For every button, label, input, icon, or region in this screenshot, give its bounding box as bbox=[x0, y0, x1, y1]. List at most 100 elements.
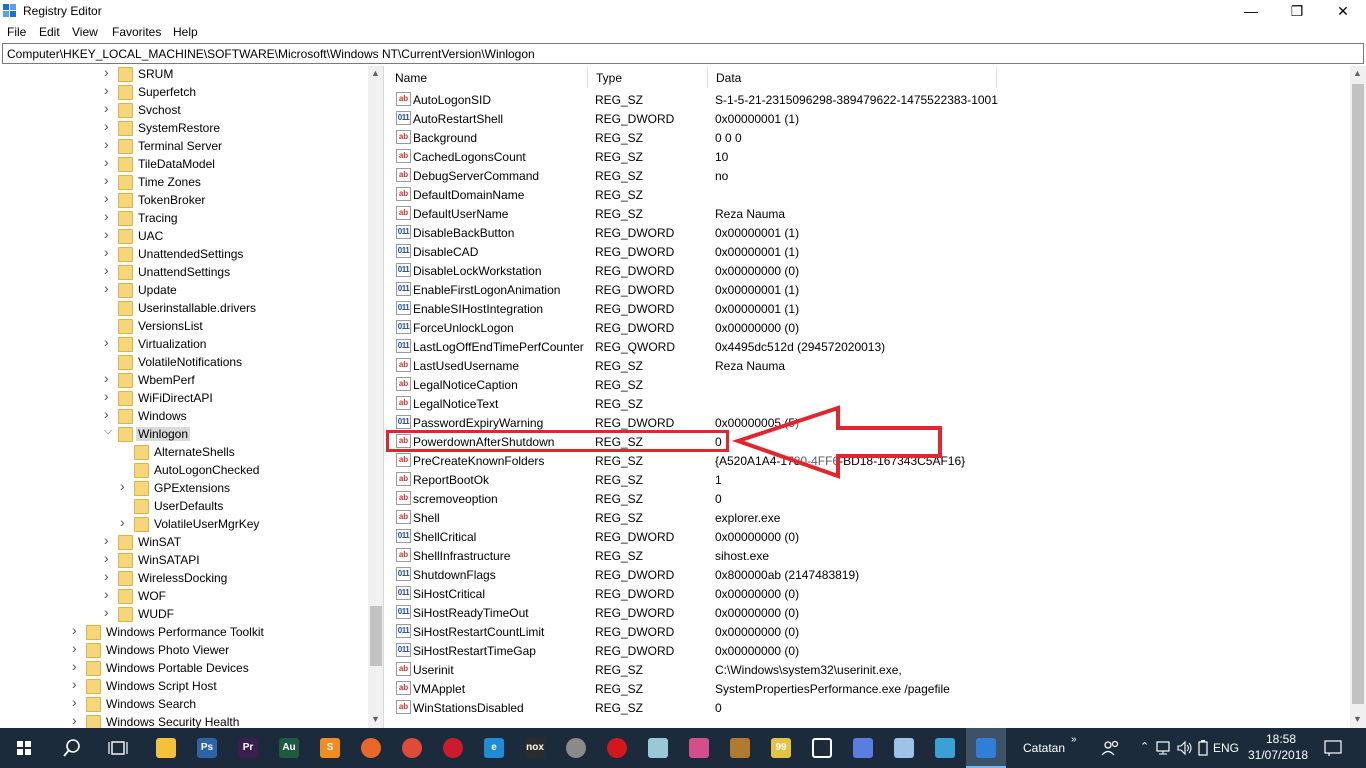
search-button[interactable] bbox=[52, 728, 92, 768]
chevron-right-icon[interactable]: › bbox=[72, 622, 82, 638]
value-row[interactable]: 011 SiHostRestartCountLimit REG_DWORD 0x000… bbox=[387, 622, 1347, 641]
premiere-taskbar-button[interactable]: Pr bbox=[228, 728, 268, 768]
chevron-right-icon[interactable]: › bbox=[104, 172, 114, 188]
chevron-right-icon[interactable]: › bbox=[104, 280, 114, 296]
chevron-right-icon[interactable]: › bbox=[72, 640, 82, 656]
file-explorer-taskbar-button[interactable] bbox=[146, 728, 186, 768]
chevron-right-icon[interactable]: › bbox=[104, 190, 114, 206]
value-row[interactable]: ab Background REG_SZ 0 0 0 bbox=[387, 128, 1347, 147]
battery-icon[interactable] bbox=[1197, 740, 1211, 756]
chevron-right-icon[interactable]: › bbox=[104, 244, 114, 260]
chevron-right-icon[interactable]: › bbox=[72, 712, 82, 728]
value-row[interactable]: ab LegalNoticeCaption REG_SZ bbox=[387, 375, 1347, 394]
clock-date[interactable]: 31/07/2018 bbox=[1248, 748, 1308, 762]
value-row[interactable]: ab DebugServerCommand REG_SZ no bbox=[387, 166, 1347, 185]
menu-view[interactable]: View bbox=[72, 25, 98, 39]
tree-item[interactable]: › UAC bbox=[104, 226, 364, 246]
value-row[interactable]: 011 AutoRestartShell REG_DWORD 0x00000001 (… bbox=[387, 109, 1347, 128]
chevron-right-icon[interactable]: › bbox=[104, 136, 114, 152]
network-icon[interactable] bbox=[1156, 740, 1172, 756]
tree-item[interactable]: › Terminal Server bbox=[104, 136, 364, 156]
chevron-right-icon[interactable]: › bbox=[104, 262, 114, 278]
tree-item[interactable]: › Windows Photo Viewer bbox=[72, 640, 332, 660]
chevron-right-icon[interactable]: › bbox=[104, 406, 114, 422]
tree-item[interactable]: ⌵ Winlogon bbox=[104, 425, 364, 444]
chevron-right-icon[interactable]: › bbox=[104, 118, 114, 134]
value-row[interactable]: ab Userinit REG_SZ C:\Windows\system32\user… bbox=[387, 660, 1347, 679]
notifications-icon[interactable] bbox=[1324, 739, 1342, 757]
dolphin-taskbar-button[interactable] bbox=[925, 728, 965, 768]
tree-item[interactable]: UserDefaults bbox=[120, 498, 380, 516]
value-row[interactable]: 011 LastLogOffEndTimePerfCounter REG_QWORD… bbox=[387, 337, 1347, 356]
value-row[interactable]: 011 EnableSIHostIntegration REG_DWORD 0x000… bbox=[387, 299, 1347, 318]
notebook-taskbar-button[interactable] bbox=[638, 728, 678, 768]
tree-item[interactable]: › Windows bbox=[104, 406, 364, 426]
chrome-taskbar-button[interactable] bbox=[392, 728, 432, 768]
photoshop-taskbar-button[interactable]: Ps bbox=[187, 728, 227, 768]
tree-item[interactable]: AutoLogonChecked bbox=[120, 462, 380, 480]
chevron-right-icon[interactable]: › bbox=[104, 586, 114, 602]
tree-item[interactable]: › Windows Performance Toolkit bbox=[72, 622, 332, 642]
value-row[interactable]: 011 DisableBackButton REG_DWORD 0x00000001 … bbox=[387, 223, 1347, 242]
value-row[interactable]: ab CachedLogonsCount REG_SZ 10 bbox=[387, 147, 1347, 166]
column-header-data[interactable]: Data bbox=[708, 66, 997, 88]
tree-item[interactable]: › UnattendSettings bbox=[104, 262, 364, 282]
value-row[interactable]: 011 ForceUnlockLogon REG_DWORD 0x00000000 (… bbox=[387, 318, 1347, 337]
people-icon[interactable] bbox=[1100, 738, 1122, 758]
tree-item[interactable]: › WinSATAPI bbox=[104, 550, 364, 570]
chevron-right-icon[interactable]: › bbox=[104, 82, 114, 98]
tree-item[interactable]: › TokenBroker bbox=[104, 190, 364, 210]
chevron-right-icon[interactable]: › bbox=[104, 388, 114, 404]
language-indicator[interactable]: ENG bbox=[1213, 741, 1239, 755]
gamepad-taskbar-button[interactable] bbox=[884, 728, 924, 768]
toolbar-chevron-icon[interactable]: » bbox=[1071, 734, 1077, 745]
value-row[interactable]: ab LastUsedUsername REG_SZ Reza Nauma bbox=[387, 356, 1347, 375]
chevron-right-icon[interactable]: › bbox=[104, 532, 114, 548]
nox-taskbar-button[interactable]: nox bbox=[515, 728, 555, 768]
value-row[interactable]: ab VMApplet REG_SZ SystemPropertiesPerforma… bbox=[387, 679, 1347, 698]
chevron-right-icon[interactable]: › bbox=[104, 226, 114, 242]
tree-item[interactable]: › Update bbox=[104, 280, 364, 300]
task-view-button[interactable] bbox=[98, 728, 138, 768]
tree-item[interactable]: › Windows Portable Devices bbox=[72, 658, 332, 678]
chevron-right-icon[interactable]: › bbox=[104, 568, 114, 584]
tray-overflow-icon[interactable]: ⌃ bbox=[1140, 740, 1149, 753]
tree-item[interactable]: VersionsList bbox=[104, 318, 364, 336]
tree-item[interactable]: › WinSAT bbox=[104, 532, 364, 552]
paint-taskbar-button[interactable] bbox=[679, 728, 719, 768]
chevron-down-icon[interactable]: ⌵ bbox=[104, 425, 114, 438]
tree-item[interactable]: › WirelessDocking bbox=[104, 568, 364, 588]
tree-item[interactable]: › WOF bbox=[104, 586, 364, 606]
tree-item[interactable]: › WUDF bbox=[104, 604, 364, 624]
chevron-right-icon[interactable]: › bbox=[104, 604, 114, 620]
value-row[interactable]: 011 DisableLockWorkstation REG_DWORD 0x0000… bbox=[387, 261, 1347, 280]
value-row[interactable]: ab Shell REG_SZ explorer.exe bbox=[387, 508, 1347, 527]
tree-item[interactable]: › Time Zones bbox=[104, 172, 364, 192]
value-row[interactable]: ab AutoLogonSID REG_SZ S-1-5-21-2315096298-… bbox=[387, 90, 1347, 109]
chevron-right-icon[interactable]: › bbox=[104, 66, 114, 80]
clock-time[interactable]: 18:58 bbox=[1266, 732, 1296, 746]
value-row[interactable]: ab DefaultUserName REG_SZ Reza Nauma bbox=[387, 204, 1347, 223]
tree-item[interactable]: › WiFiDirectAPI bbox=[104, 388, 364, 408]
value-row[interactable]: ab DefaultDomainName REG_SZ bbox=[387, 185, 1347, 204]
scroll-down-arrow-icon[interactable]: ▼ bbox=[1353, 714, 1362, 724]
values-scrollbar[interactable]: ▲ ▼ bbox=[1350, 66, 1366, 728]
chevron-right-icon[interactable]: › bbox=[104, 100, 114, 116]
tree-item[interactable]: › SRUM bbox=[104, 66, 364, 84]
opera-taskbar-button[interactable] bbox=[433, 728, 473, 768]
value-row[interactable]: ab ShellInfrastructure REG_SZ sihost.exe bbox=[387, 546, 1347, 565]
tree-item[interactable]: › UnattendedSettings bbox=[104, 244, 364, 264]
edge-taskbar-button[interactable]: e bbox=[474, 728, 514, 768]
regedit-taskbar-button[interactable] bbox=[966, 728, 1006, 768]
chevron-right-icon[interactable]: › bbox=[72, 676, 82, 692]
tree-item[interactable]: › Windows Security Health bbox=[72, 712, 332, 728]
toolbar-label[interactable]: Catatan bbox=[1023, 741, 1065, 755]
menu-edit[interactable]: Edit bbox=[39, 25, 60, 39]
tree-item[interactable]: › TileDataModel bbox=[104, 154, 364, 174]
chevron-right-icon[interactable]: › bbox=[104, 208, 114, 224]
close-button[interactable]: ✕ bbox=[1320, 0, 1366, 23]
chevron-right-icon[interactable]: › bbox=[72, 694, 82, 710]
menu-favorites[interactable]: Favorites bbox=[112, 25, 161, 39]
diamond-app-taskbar-button[interactable] bbox=[843, 728, 883, 768]
film-reel-taskbar-button[interactable] bbox=[556, 728, 596, 768]
